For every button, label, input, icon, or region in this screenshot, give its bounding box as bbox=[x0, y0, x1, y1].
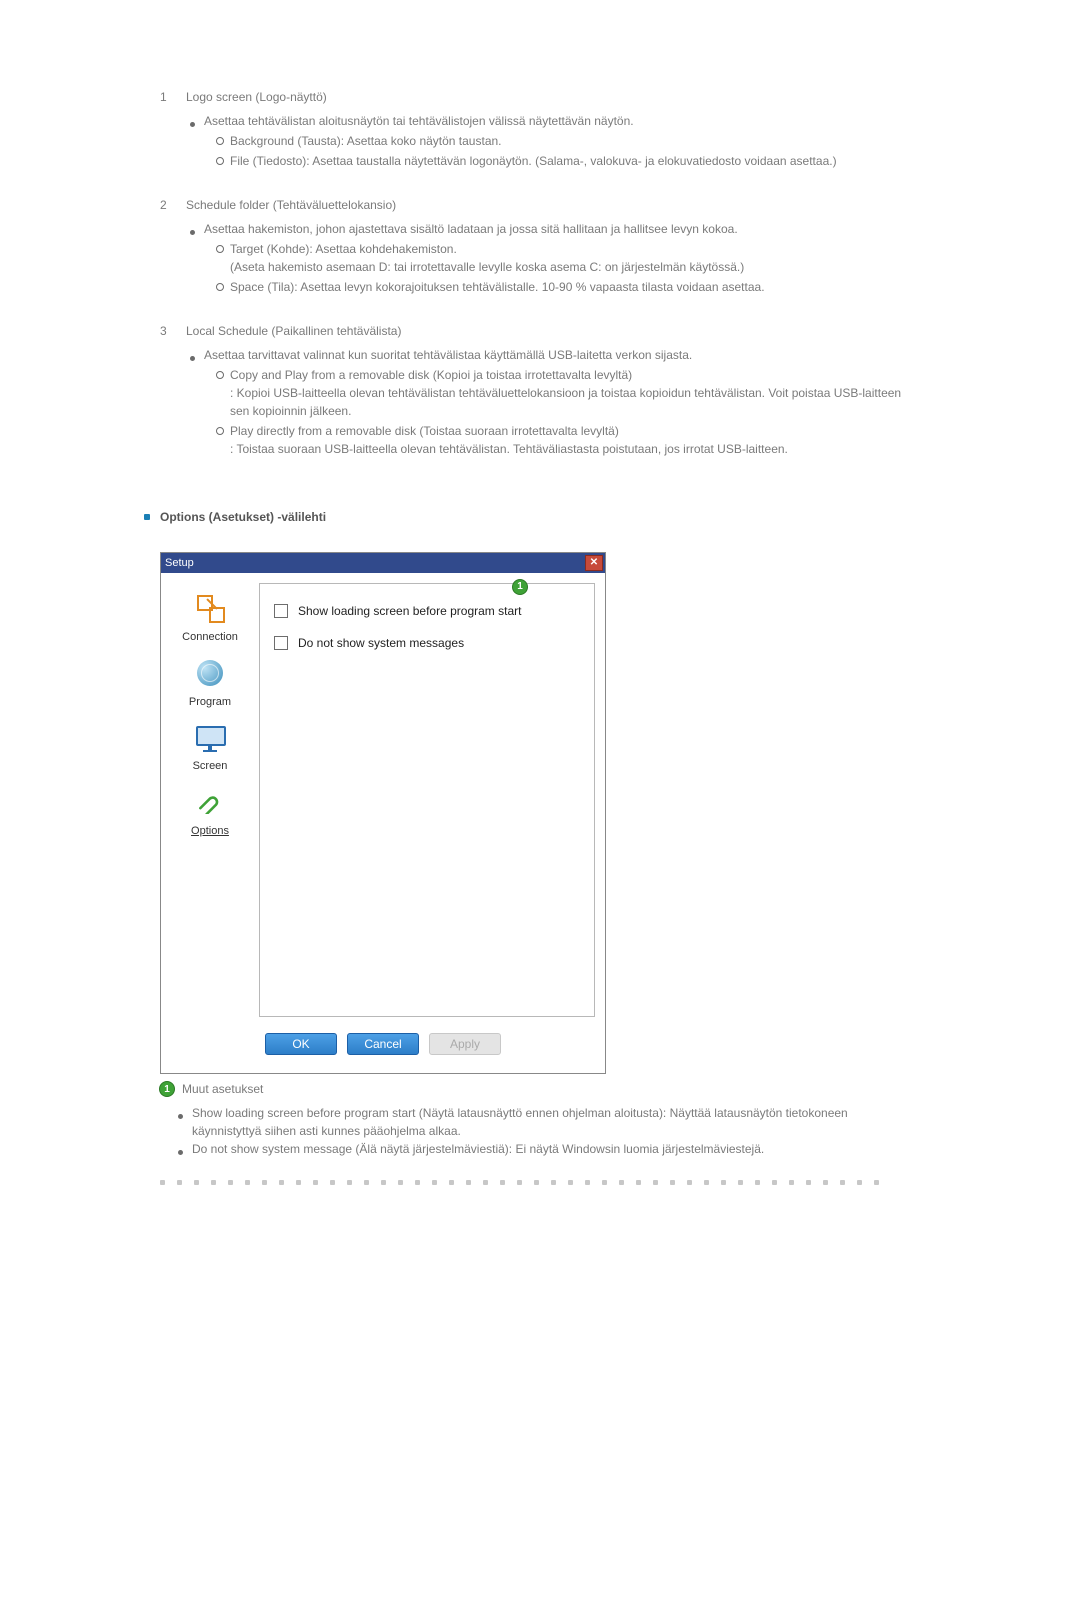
circle-text: Target (Kohde): Asettaa kohdehakemiston. bbox=[230, 240, 457, 258]
bullet-text: Show loading screen before program start… bbox=[192, 1104, 910, 1140]
nav-item-screen[interactable]: Screen bbox=[179, 718, 241, 775]
dialog-nav: Connection Program Screen bbox=[171, 583, 249, 1017]
bullet-text: Asettaa tarvittavat valinnat kun suorita… bbox=[204, 346, 692, 364]
circle-marker-icon bbox=[216, 422, 230, 440]
section-body: Asettaa tarvittavat valinnat kun suorita… bbox=[190, 346, 910, 458]
bullet-item: Show loading screen before program start… bbox=[178, 1104, 910, 1140]
monitor-icon bbox=[188, 718, 232, 756]
close-icon[interactable]: ✕ bbox=[585, 555, 603, 571]
bullet-item: Asettaa hakemiston, johon ajastettava si… bbox=[190, 220, 910, 238]
bullet-text: Do not show system message (Älä näytä jä… bbox=[192, 1140, 764, 1158]
bullet-item: Do not show system message (Älä näytä jä… bbox=[178, 1140, 910, 1158]
dialog-titlebar: Setup ✕ bbox=[161, 553, 605, 573]
circle-text: Background (Tausta): Asettaa koko näytön… bbox=[230, 132, 502, 150]
circle-item: File (Tiedosto): Asettaa taustalla näyte… bbox=[216, 152, 910, 170]
dialog-button-row: OK Cancel Apply bbox=[161, 1017, 605, 1073]
checkbox-label: Show loading screen before program start bbox=[298, 602, 521, 620]
checkbox-label: Do not show system messages bbox=[298, 634, 464, 652]
document-content: 1 Logo screen (Logo-näyttö) Asettaa teht… bbox=[160, 88, 910, 1185]
section-row: 1 Logo screen (Logo-näyttö) bbox=[160, 88, 910, 106]
section-row: 3 Local Schedule (Paikallinen tehtävälis… bbox=[160, 322, 910, 340]
divider-dots bbox=[160, 1180, 910, 1185]
section-number: 1 bbox=[160, 88, 186, 106]
callout-badge-1: 1 bbox=[160, 1082, 174, 1096]
callout-heading: Muut asetukset bbox=[182, 1080, 263, 1098]
circle-item: Copy and Play from a removable disk (Kop… bbox=[216, 366, 910, 384]
ok-button[interactable]: OK bbox=[265, 1033, 337, 1055]
section-number: 2 bbox=[160, 196, 186, 214]
nav-label: Screen bbox=[193, 758, 228, 775]
nav-label: Program bbox=[189, 694, 231, 711]
nav-label: Connection bbox=[182, 629, 238, 646]
bullet-text: Asettaa tehtävälistan aloitusnäytön tai … bbox=[204, 112, 634, 130]
nav-item-connection[interactable]: Connection bbox=[179, 589, 241, 646]
circle-text: Space (Tila): Asettaa levyn kokorajoituk… bbox=[230, 278, 765, 296]
setup-dialog-screenshot: Setup ✕ Connection Program bbox=[160, 552, 910, 1074]
options-subheader-text: Options (Asetukset) -välilehti bbox=[160, 508, 326, 526]
circle-item: Target (Kohde): Asettaa kohdehakemiston. bbox=[216, 240, 910, 258]
bullet-icon bbox=[190, 346, 204, 364]
section-title: Schedule folder (Tehtäväluettelokansio) bbox=[186, 196, 396, 214]
checkbox-icon[interactable] bbox=[274, 604, 288, 618]
callout-badge-1: 1 bbox=[513, 580, 527, 594]
section-body: Asettaa tehtävälistan aloitusnäytön tai … bbox=[190, 112, 910, 170]
circle-item: Play directly from a removable disk (Toi… bbox=[216, 422, 910, 440]
nav-item-program[interactable]: Program bbox=[179, 654, 241, 711]
checkbox-row-loading[interactable]: Show loading screen before program start bbox=[274, 602, 580, 620]
circle-marker-icon bbox=[216, 240, 230, 258]
section-title: Local Schedule (Paikallinen tehtävälista… bbox=[186, 322, 401, 340]
bullet-item: Asettaa tarvittavat valinnat kun suorita… bbox=[190, 346, 910, 364]
checkbox-icon[interactable] bbox=[274, 636, 288, 650]
bullet-icon bbox=[178, 1104, 192, 1140]
globe-icon bbox=[188, 654, 232, 692]
connection-icon bbox=[188, 589, 232, 627]
checkbox-row-sysmsg[interactable]: Do not show system messages bbox=[274, 634, 580, 652]
circle-text: Play directly from a removable disk (Toi… bbox=[230, 422, 619, 440]
cube-bullet-icon bbox=[144, 514, 150, 520]
section-title: Logo screen (Logo-näyttö) bbox=[186, 88, 327, 106]
cancel-button[interactable]: Cancel bbox=[347, 1033, 419, 1055]
section-row: 2 Schedule folder (Tehtäväluettelokansio… bbox=[160, 196, 910, 214]
apply-button[interactable]: Apply bbox=[429, 1033, 501, 1055]
bullet-text: Asettaa hakemiston, johon ajastettava si… bbox=[204, 220, 738, 238]
circle-marker-icon bbox=[216, 366, 230, 384]
circle-continuation: : Toistaa suoraan USB-laitteella olevan … bbox=[230, 440, 910, 458]
bullet-item: Asettaa tehtävälistan aloitusnäytön tai … bbox=[190, 112, 910, 130]
section-body: Asettaa hakemiston, johon ajastettava si… bbox=[190, 220, 910, 296]
bullet-icon bbox=[178, 1140, 192, 1158]
wrench-icon bbox=[188, 783, 232, 821]
after-list: Show loading screen before program start… bbox=[178, 1104, 910, 1158]
after-dialog-block: 1 Muut asetukset Show loading screen bef… bbox=[160, 1080, 910, 1158]
circle-item: Background (Tausta): Asettaa koko näytön… bbox=[216, 132, 910, 150]
circle-marker-icon bbox=[216, 132, 230, 150]
dialog-body: Connection Program Screen bbox=[161, 573, 605, 1017]
circle-continuation: (Aseta hakemisto asemaan D: tai irrotett… bbox=[230, 258, 910, 276]
nav-item-options[interactable]: Options bbox=[179, 783, 241, 840]
circle-marker-icon bbox=[216, 278, 230, 296]
circle-continuation: : Kopioi USB-laitteella olevan tehtäväli… bbox=[230, 384, 910, 420]
nav-label: Options bbox=[191, 823, 229, 840]
setup-dialog: Setup ✕ Connection Program bbox=[160, 552, 606, 1074]
circle-text: Copy and Play from a removable disk (Kop… bbox=[230, 366, 632, 384]
callout-heading-row: 1 Muut asetukset bbox=[160, 1080, 910, 1098]
circle-item: Space (Tila): Asettaa levyn kokorajoituk… bbox=[216, 278, 910, 296]
circle-text: File (Tiedosto): Asettaa taustalla näyte… bbox=[230, 152, 837, 170]
circle-marker-icon bbox=[216, 152, 230, 170]
options-panel: 1 Show loading screen before program sta… bbox=[259, 583, 595, 1017]
options-subheader: Options (Asetukset) -välilehti bbox=[138, 508, 910, 526]
callout-badge-wrap: 1 bbox=[513, 576, 527, 594]
section-number: 3 bbox=[160, 322, 186, 340]
bullet-icon bbox=[190, 112, 204, 130]
dialog-title: Setup bbox=[161, 555, 194, 572]
bullet-icon bbox=[190, 220, 204, 238]
